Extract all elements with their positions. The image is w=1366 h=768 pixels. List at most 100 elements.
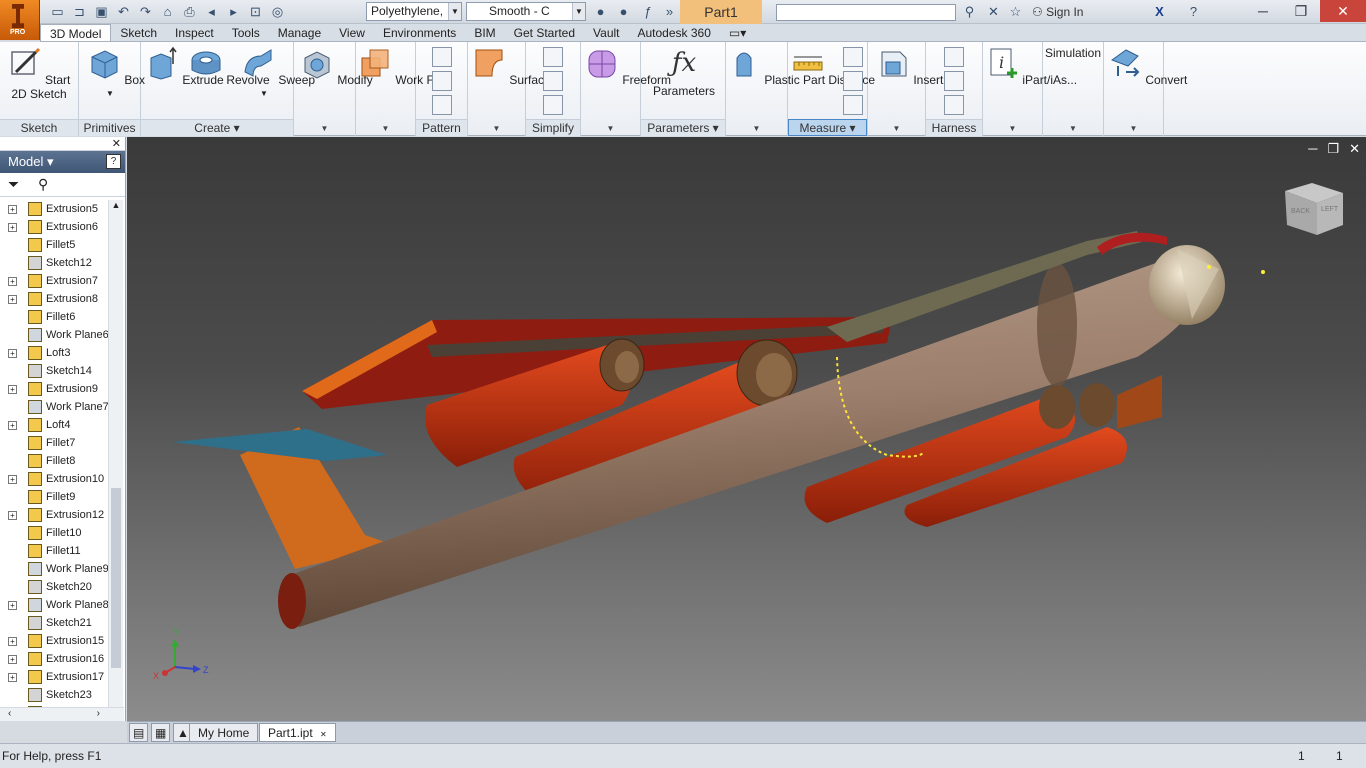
chevron-down-icon[interactable]: ▼ xyxy=(983,124,1042,133)
expand-icon[interactable]: + xyxy=(8,601,17,610)
sign-in-link[interactable]: ⚇ Sign In xyxy=(1032,4,1083,20)
scroll-left-icon[interactable]: ‹ xyxy=(8,708,11,719)
print-icon[interactable]: ⎙ xyxy=(180,3,199,21)
simulation-button[interactable]: Simulation xyxy=(1044,46,1102,60)
measure-loop-icon[interactable] xyxy=(843,71,863,91)
convert-button[interactable]: Convert xyxy=(1108,46,1187,87)
tree-item[interactable]: Sketch20 xyxy=(0,578,108,596)
tree-item[interactable]: Fillet11 xyxy=(0,542,108,560)
plastic-part-button[interactable]: Plastic Part xyxy=(727,46,825,87)
back-icon[interactable]: ◂ xyxy=(202,3,221,21)
bounding-box-icon[interactable] xyxy=(543,95,563,115)
chevron-down-icon[interactable]: ▼ xyxy=(356,124,415,133)
close-icon[interactable]: ✕ xyxy=(320,730,327,739)
tile-vertical-icon[interactable]: ▦ xyxy=(151,723,171,742)
tree-item[interactable]: Sketch12 xyxy=(0,254,108,272)
exchange-icon[interactable]: X xyxy=(1150,3,1169,21)
model-browser-header[interactable]: Model ▾ ? xyxy=(0,151,125,173)
tab-get-started[interactable]: Get Started xyxy=(505,24,584,41)
help-icon[interactable]: ? xyxy=(106,154,121,169)
expand-icon[interactable]: + xyxy=(8,475,17,484)
new-icon[interactable]: ▭ xyxy=(48,3,67,21)
tree-item[interactable]: Sketch23 xyxy=(0,686,108,704)
expand-icon[interactable]: + xyxy=(8,277,17,286)
tab-tools[interactable]: Tools xyxy=(223,24,269,41)
chevron-down-icon[interactable]: ▼ xyxy=(1104,124,1163,133)
measure-angle-icon[interactable] xyxy=(843,47,863,67)
tree-item[interactable]: Fillet10 xyxy=(0,524,108,542)
adjust-icon[interactable]: ● xyxy=(591,3,610,21)
tree-item[interactable]: Fillet6 xyxy=(0,308,108,326)
subscription-icon[interactable]: ✕ xyxy=(984,3,1003,21)
expand-icon[interactable]: + xyxy=(8,637,17,646)
circular-pattern-icon[interactable] xyxy=(432,71,452,91)
measure-area-icon[interactable] xyxy=(843,95,863,115)
tree-item[interactable]: + Extrusion9 xyxy=(0,380,108,398)
surface-button[interactable]: Surface xyxy=(472,46,551,87)
application-menu-button[interactable]: PRO xyxy=(0,0,40,40)
search-input[interactable] xyxy=(776,4,956,21)
tree-item[interactable]: Work Plane7 xyxy=(0,398,108,416)
tree-item[interactable]: + Work Plane8 xyxy=(0,596,108,614)
restore-icon[interactable]: ❐ xyxy=(1327,141,1339,157)
expand-icon[interactable]: + xyxy=(8,421,17,430)
tree-item[interactable]: Fillet7 xyxy=(0,434,108,452)
tree-item[interactable]: + Loft4 xyxy=(0,416,108,434)
expand-icon[interactable]: + xyxy=(8,295,17,304)
ipart-button[interactable]: i iPart/iAs... xyxy=(985,46,1077,87)
tab-view[interactable]: View xyxy=(330,24,374,41)
tree-item[interactable]: Fillet8 xyxy=(0,452,108,470)
open-icon[interactable]: ⊐ xyxy=(70,3,89,21)
close-icon[interactable]: ✕ xyxy=(1349,141,1360,157)
minimize-icon[interactable]: ─ xyxy=(1308,141,1317,157)
scroll-thumb[interactable] xyxy=(111,488,121,668)
redo-icon[interactable]: ↷ xyxy=(136,3,155,21)
modify-button[interactable]: Modify xyxy=(300,46,373,87)
clear-icon[interactable]: ● xyxy=(614,3,633,21)
appearance-dropdown[interactable]: Smooth - C ▼ xyxy=(466,2,586,21)
insert-button[interactable]: Insert xyxy=(876,46,943,87)
remove-parts-icon[interactable] xyxy=(543,47,563,67)
tree-item[interactable]: + Loft3 xyxy=(0,344,108,362)
harness-icon[interactable] xyxy=(944,47,964,67)
expand-icon[interactable]: + xyxy=(8,655,17,664)
tree-item[interactable]: Fillet5 xyxy=(0,236,108,254)
more-icon[interactable]: » xyxy=(660,3,679,21)
chevron-down-icon[interactable]: ▼ xyxy=(468,124,525,133)
start-2d-sketch-button[interactable]: Start 2D Sketch xyxy=(6,46,72,101)
tab-environments[interactable]: Environments xyxy=(374,24,465,41)
horizontal-scrollbar[interactable]: ‹ › xyxy=(0,707,124,721)
tree-item[interactable]: Sketch14 xyxy=(0,362,108,380)
minimize-button[interactable]: ─ xyxy=(1244,0,1282,22)
tile-horizontal-icon[interactable]: ▤ xyxy=(129,723,149,742)
scroll-up-icon[interactable]: ▲ xyxy=(109,200,123,210)
harness-edit-icon[interactable] xyxy=(944,71,964,91)
harness-split-icon[interactable] xyxy=(944,95,964,115)
chevron-down-icon[interactable]: ▼ xyxy=(1043,124,1103,133)
find-icon[interactable]: ⚲ xyxy=(38,176,48,193)
tree-item[interactable]: + Extrusion5 xyxy=(0,200,108,218)
tab-bim[interactable]: BIM xyxy=(465,24,504,41)
tree-item[interactable]: + Extrusion7 xyxy=(0,272,108,290)
tab-sketch[interactable]: Sketch xyxy=(111,24,166,41)
expand-icon[interactable]: + xyxy=(8,349,17,358)
tab-inspect[interactable]: Inspect xyxy=(166,24,223,41)
rectangular-pattern-icon[interactable] xyxy=(432,47,452,67)
tree-item[interactable]: + Extrusion12 xyxy=(0,506,108,524)
material-dropdown[interactable]: Polyethylene, ▼ xyxy=(366,2,462,21)
favorites-icon[interactable]: ☆ xyxy=(1006,3,1025,21)
extrude-button[interactable]: Extrude xyxy=(145,46,224,87)
sweep-button[interactable]: Sweep ▼ xyxy=(241,46,315,101)
tree-item[interactable]: Fillet9 xyxy=(0,488,108,506)
forward-icon[interactable]: ▸ xyxy=(224,3,243,21)
chevron-down-icon[interactable]: ▼ xyxy=(726,124,787,133)
tree-item[interactable]: Work Plane6 xyxy=(0,326,108,344)
chevron-down-icon[interactable]: ▼ xyxy=(581,124,640,133)
tab-manage[interactable]: Manage xyxy=(269,24,330,41)
graphics-viewport[interactable]: ─ ❐ ✕ BACK LEFT Y Z X xyxy=(127,137,1366,721)
revolve-button[interactable]: Revolve xyxy=(189,46,270,87)
save-icon[interactable]: ▣ xyxy=(92,3,111,21)
tab-vault[interactable]: Vault xyxy=(584,24,628,41)
vertical-scrollbar[interactable]: ▲ ▼ xyxy=(108,200,123,720)
tree-item[interactable]: + Extrusion6 xyxy=(0,218,108,236)
